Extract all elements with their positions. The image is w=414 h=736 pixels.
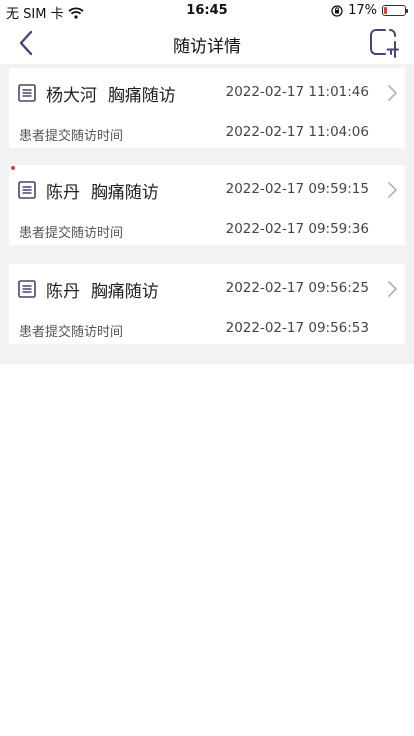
- patient-name: 陈丹: [46, 183, 80, 203]
- followup-type: 胸痛随访: [107, 86, 176, 106]
- battery-percent: 17%: [348, 3, 377, 18]
- document-icon: [18, 181, 36, 199]
- add-square-icon: [370, 29, 399, 58]
- orientation-lock-icon: [331, 4, 343, 17]
- created-time: 2022-02-17 09:59:15: [225, 181, 369, 197]
- submit-time-label: 患者提交随访时间: [19, 129, 124, 144]
- card-title: 杨大河 胸痛随访: [46, 81, 176, 106]
- submit-time: 2022-02-17 11:04:06: [225, 124, 369, 140]
- card-title: 陈丹 胸痛随访: [46, 277, 159, 302]
- status-bar: 无 SIM 卡 16:45 17%: [0, 0, 414, 22]
- created-time: 2022-02-17 09:56:25: [225, 280, 369, 296]
- add-followup-button[interactable]: [368, 27, 400, 59]
- patient-name: 陈丹: [46, 282, 80, 302]
- followup-card[interactable]: 陈丹 胸痛随访 2022-02-17 09:56:25 患者提交随访时间 202…: [9, 264, 405, 344]
- chevron-right-icon: [388, 182, 397, 198]
- document-icon: [18, 280, 36, 298]
- chevron-right-icon: [388, 85, 397, 101]
- nav-bar: 随访详情: [0, 22, 414, 64]
- chevron-right-icon: [388, 281, 397, 297]
- patient-name: 杨大河: [46, 86, 97, 106]
- unread-dot: [11, 166, 15, 170]
- followup-card[interactable]: 陈丹 胸痛随访 2022-02-17 09:59:15 患者提交随访时间 202…: [9, 165, 405, 245]
- submit-time: 2022-02-17 09:56:53: [225, 320, 369, 336]
- battery-level: [384, 7, 387, 14]
- battery-icon: [382, 5, 408, 16]
- created-time: 2022-02-17 11:01:46: [225, 84, 369, 100]
- status-indicators: 17%: [331, 3, 408, 18]
- submit-time-label: 患者提交随访时间: [19, 325, 124, 340]
- followup-card[interactable]: 杨大河 胸痛随访 2022-02-17 11:01:46 患者提交随访时间 20…: [9, 68, 405, 148]
- card-title: 陈丹 胸痛随访: [46, 178, 159, 203]
- page-title: 随访详情: [173, 37, 241, 57]
- followup-list: 杨大河 胸痛随访 2022-02-17 11:01:46 患者提交随访时间 20…: [0, 64, 414, 364]
- submit-time-label: 患者提交随访时间: [19, 226, 124, 241]
- submit-time: 2022-02-17 09:59:36: [225, 221, 369, 237]
- document-icon: [18, 84, 36, 102]
- followup-type: 胸痛随访: [90, 183, 159, 203]
- followup-type: 胸痛随访: [90, 282, 159, 302]
